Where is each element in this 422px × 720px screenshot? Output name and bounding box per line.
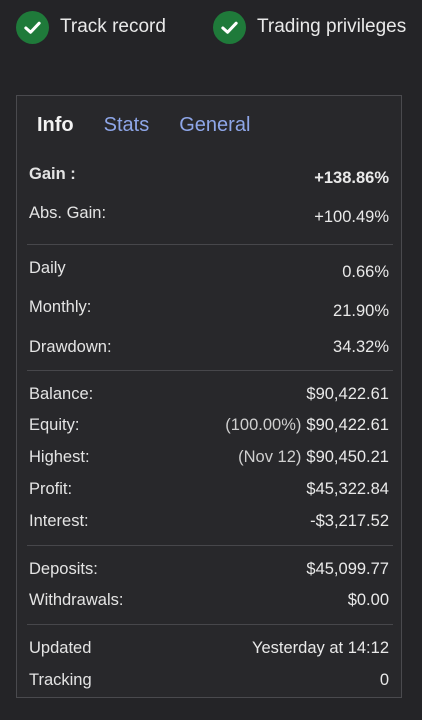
gain-value: +138.86% xyxy=(314,169,389,187)
daily-label: Daily xyxy=(29,259,66,277)
check-icon xyxy=(213,10,246,44)
tracking-row: Tracking 0 xyxy=(29,671,389,695)
abs-gain-value: +100.49% xyxy=(314,208,389,226)
divider xyxy=(27,370,393,371)
withdrawals-label: Withdrawals: xyxy=(29,591,124,609)
track-record-badge: Track record xyxy=(16,10,166,44)
monthly-value: 21.90% xyxy=(333,302,389,320)
deposits-value: $45,099.77 xyxy=(306,560,389,578)
updated-label: Updated xyxy=(29,639,92,657)
drawdown-value: 34.32% xyxy=(333,338,389,356)
daily-row: Daily 0.66% xyxy=(29,259,389,283)
monthly-label: Monthly: xyxy=(29,298,92,316)
updated-value: Yesterday at 14:12 xyxy=(252,639,389,657)
interest-row: Interest: -$3,217.52 xyxy=(29,512,389,536)
equity-value-group: (100.00%) $90,422.61 xyxy=(225,416,389,435)
daily-value: 0.66% xyxy=(342,263,389,281)
equity-value: $90,422.61 xyxy=(306,416,389,434)
abs-gain-row: Abs. Gain: +100.49% xyxy=(29,204,389,228)
trading-privileges-label: Trading privileges xyxy=(257,16,407,37)
highest-value-group: (Nov 12) $90,450.21 xyxy=(238,448,389,467)
highest-label: Highest: xyxy=(29,448,90,466)
tab-general[interactable]: General xyxy=(179,114,250,140)
divider xyxy=(27,545,393,546)
account-info-panel: Info Stats General Gain : +138.86% Abs. … xyxy=(16,95,402,698)
check-icon xyxy=(16,10,49,44)
highest-value: $90,450.21 xyxy=(306,448,389,466)
profit-value: $45,322.84 xyxy=(306,480,389,498)
equity-percent: (100.00%) xyxy=(225,416,302,434)
withdrawals-value: $0.00 xyxy=(347,591,389,609)
tracking-label: Tracking xyxy=(29,671,92,689)
panel-tabs: Info Stats General xyxy=(37,114,280,140)
verification-badges: Track record Trading privileges xyxy=(16,10,414,44)
track-record-label: Track record xyxy=(60,16,166,37)
trading-privileges-badge: Trading privileges xyxy=(213,10,406,44)
profit-label: Profit: xyxy=(29,480,73,498)
equity-row: Equity: (100.00%) $90,422.61 xyxy=(29,416,389,440)
gain-label: Gain : xyxy=(29,165,76,183)
balance-value: $90,422.61 xyxy=(306,385,389,403)
equity-label: Equity: xyxy=(29,416,80,434)
updated-row: Updated Yesterday at 14:12 xyxy=(29,639,389,663)
drawdown-label: Drawdown: xyxy=(29,338,112,356)
divider xyxy=(27,624,393,625)
abs-gain-label: Abs. Gain: xyxy=(29,204,107,222)
profit-row: Profit: $45,322.84 xyxy=(29,480,389,504)
tab-info[interactable]: Info xyxy=(37,114,74,140)
withdrawals-row: Withdrawals: $0.00 xyxy=(29,591,389,615)
deposits-label: Deposits: xyxy=(29,560,98,578)
divider xyxy=(27,244,393,245)
tracking-value: 0 xyxy=(379,671,389,689)
interest-value: -$3,217.52 xyxy=(310,512,389,530)
interest-label: Interest: xyxy=(29,512,89,530)
monthly-row: Monthly: 21.90% xyxy=(29,298,389,322)
highest-date: (Nov 12) xyxy=(238,448,302,466)
balance-row: Balance: $90,422.61 xyxy=(29,385,389,409)
highest-row: Highest: (Nov 12) $90,450.21 xyxy=(29,448,389,472)
deposits-row: Deposits: $45,099.77 xyxy=(29,560,389,584)
balance-label: Balance: xyxy=(29,385,94,403)
tab-stats[interactable]: Stats xyxy=(104,114,150,140)
gain-row: Gain : +138.86% xyxy=(29,165,389,189)
drawdown-row: Drawdown: 34.32% xyxy=(29,338,389,362)
